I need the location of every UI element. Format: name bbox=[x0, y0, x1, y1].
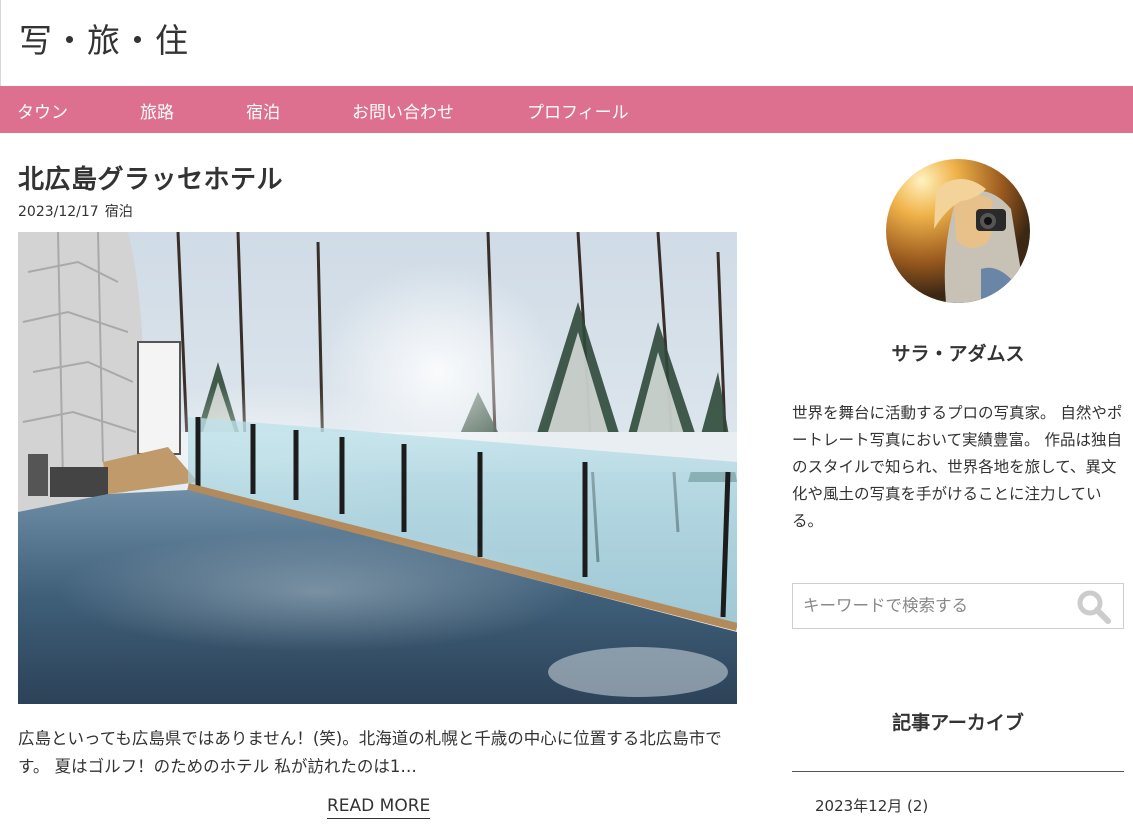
archive-title: 記事アーカイブ bbox=[892, 712, 1024, 734]
nav-item-profile[interactable]: プロフィール bbox=[527, 98, 629, 123]
search-form bbox=[792, 583, 1124, 629]
archive-divider bbox=[792, 771, 1124, 772]
avatar bbox=[886, 159, 1030, 303]
nav-item-town[interactable]: タウン bbox=[17, 98, 68, 123]
post-title[interactable]: 北広島グラッセホテル bbox=[18, 159, 283, 196]
nav-item-contact[interactable]: お問い合わせ bbox=[352, 98, 454, 123]
post-date: 2023/12/17 bbox=[18, 204, 99, 220]
profile-bio: 世界を舞台に活動するプロの写真家。 自然やポートレート写真において実績豊富。 作… bbox=[792, 404, 1123, 530]
post-meta: 2023/12/17 宿泊 bbox=[18, 201, 139, 221]
post-featured-image[interactable] bbox=[18, 232, 737, 704]
main-nav: タウン 旅路 宿泊 お問い合わせ プロフィール bbox=[0, 86, 1133, 133]
nav-item-lodging[interactable]: 宿泊 bbox=[246, 98, 280, 123]
archive-item[interactable]: 2023年12月 (2) bbox=[815, 795, 928, 816]
post-excerpt: 広島といっても広島県ではありません！(笑)。北海道の札幌と千歳の中心に位置する北… bbox=[18, 729, 722, 776]
post-category-link[interactable]: 宿泊 bbox=[105, 204, 133, 220]
site-header: 写・旅・住 bbox=[0, 0, 1133, 86]
search-input[interactable] bbox=[793, 584, 1073, 626]
site-title[interactable]: 写・旅・住 bbox=[19, 14, 189, 62]
search-icon[interactable] bbox=[1077, 590, 1111, 624]
profile-name: サラ・アダムス bbox=[891, 343, 1025, 365]
read-more-link[interactable]: READ MORE bbox=[327, 796, 431, 819]
nav-item-journey[interactable]: 旅路 bbox=[140, 98, 174, 123]
